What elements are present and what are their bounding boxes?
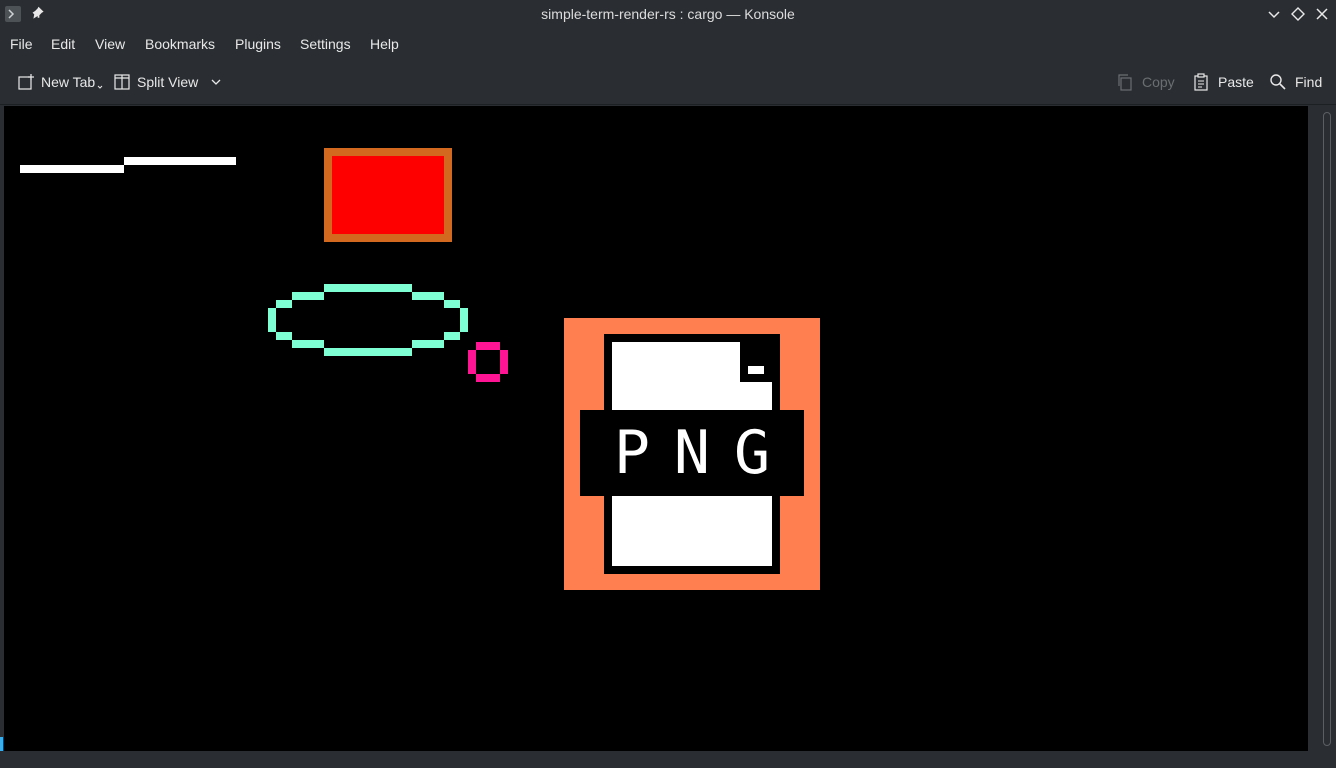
focus-accent: [0, 737, 3, 751]
scrollbar-track[interactable]: [1323, 112, 1331, 746]
find-button[interactable]: Find: [1269, 71, 1322, 93]
chevron-down-icon[interactable]: [210, 76, 222, 88]
copy-icon: [1116, 73, 1134, 91]
main-toolbar: New Tab Split View Copy Paste Find: [0, 60, 1336, 105]
find-label: Find: [1295, 74, 1323, 90]
menu-plugins[interactable]: Plugins: [235, 36, 281, 52]
copy-label: Copy: [1142, 74, 1175, 90]
rectangle-fill: [332, 156, 444, 234]
paste-button[interactable]: Paste: [1192, 71, 1254, 93]
chevron-down-icon[interactable]: [1265, 5, 1283, 23]
terminal-scrollbar[interactable]: [1318, 106, 1336, 751]
small-circle-shape: [468, 342, 508, 382]
line-segment-upper: [124, 157, 236, 165]
ellipse-shape: [268, 284, 468, 356]
title-bar: simple-term-render-rs : cargo — Konsole: [0, 0, 1336, 28]
menu-help[interactable]: Help: [370, 36, 399, 52]
close-icon[interactable]: [1313, 5, 1331, 23]
konsole-window: simple-term-render-rs : cargo — Konsole …: [0, 0, 1336, 768]
png-label: PNG: [613, 418, 795, 488]
new-tab-label: New Tab: [41, 74, 96, 90]
window-title: simple-term-render-rs : cargo — Konsole: [541, 6, 795, 22]
png-file-icon: PNG: [564, 318, 820, 590]
paste-label: Paste: [1218, 74, 1254, 90]
copy-button[interactable]: Copy: [1116, 71, 1175, 93]
menu-view[interactable]: View: [95, 36, 125, 52]
split-view-button[interactable]: Split View: [113, 71, 222, 93]
diamond-icon[interactable]: [1289, 5, 1307, 23]
menu-bar: File Edit View Bookmarks Plugins Setting…: [0, 30, 1336, 58]
menu-bookmarks[interactable]: Bookmarks: [145, 36, 215, 52]
bottom-edge: [0, 737, 1336, 768]
terminal-view[interactable]: PNG: [4, 106, 1308, 751]
split-view-icon: [113, 73, 131, 91]
split-view-label: Split View: [137, 74, 199, 90]
menu-file[interactable]: File: [10, 36, 33, 52]
search-icon: [1269, 73, 1287, 91]
new-tab-button[interactable]: New Tab: [17, 71, 103, 93]
line-segment-lower: [20, 165, 124, 173]
menu-settings[interactable]: Settings: [300, 36, 351, 52]
new-tab-dropdown-icon[interactable]: [97, 84, 103, 90]
paste-icon: [1192, 73, 1210, 91]
new-tab-icon: [17, 73, 35, 91]
menu-edit[interactable]: Edit: [51, 36, 75, 52]
